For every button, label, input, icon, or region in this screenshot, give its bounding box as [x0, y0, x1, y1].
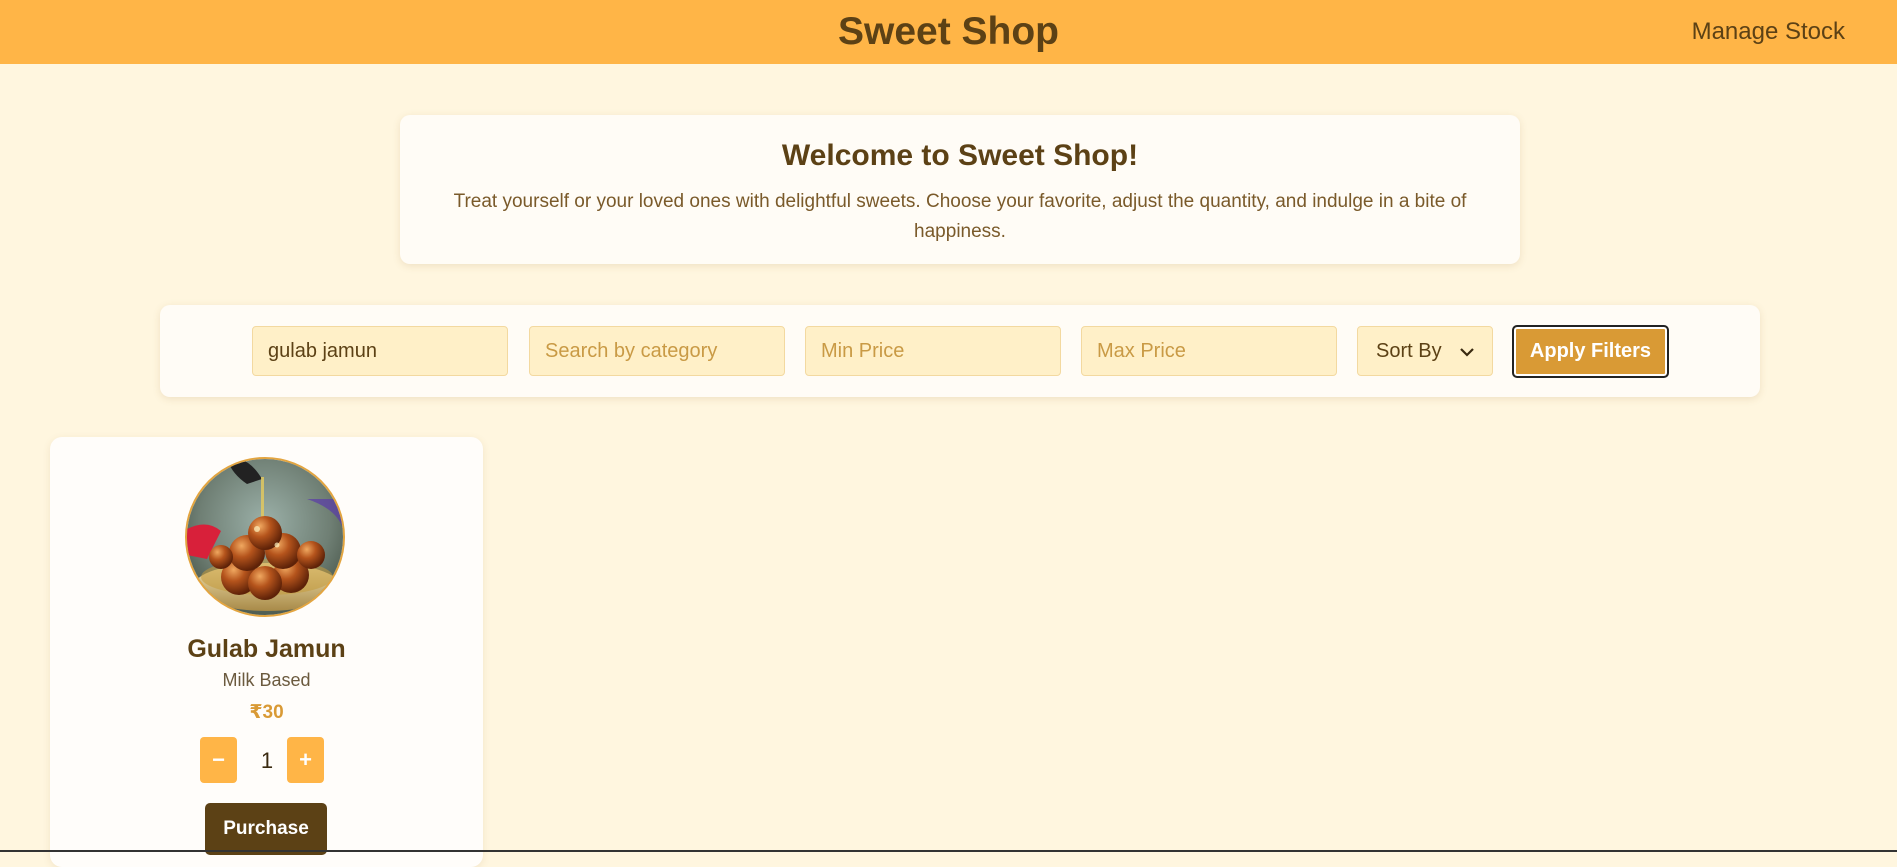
max-price-input[interactable] — [1081, 326, 1337, 376]
product-card: Gulab Jamun Milk Based ₹30 − 1 + Purchas… — [50, 437, 483, 867]
header-bar: Sweet Shop Manage Stock — [0, 0, 1897, 64]
chevron-down-icon — [1460, 340, 1474, 363]
product-name: Gulab Jamun — [187, 635, 346, 663]
gulab-jamun-photo — [185, 457, 345, 617]
app-title: Sweet Shop — [837, 10, 1060, 53]
welcome-heading: Welcome to Sweet Shop! — [781, 139, 1139, 172]
product-price: ₹30 — [249, 702, 284, 723]
increase-quantity-button[interactable]: + — [287, 737, 324, 783]
category-search-input[interactable] — [529, 326, 785, 376]
sort-select-value: Sort By — [1376, 339, 1442, 362]
apply-filters-button[interactable]: Apply Filters — [1512, 325, 1669, 378]
decrease-quantity-button[interactable]: − — [200, 737, 237, 783]
filter-bar: Sort By Apply Filters — [160, 305, 1760, 397]
quantity-value: 1 — [260, 748, 274, 773]
product-category: Milk Based — [222, 670, 311, 690]
welcome-panel: Welcome to Sweet Shop! Treat yourself or… — [400, 115, 1520, 264]
name-search-input[interactable] — [252, 326, 508, 376]
sort-select[interactable]: Sort By — [1357, 326, 1493, 376]
min-price-input[interactable] — [805, 326, 1061, 376]
purchase-button[interactable]: Purchase — [205, 803, 327, 855]
manage-stock-link[interactable]: Manage Stock — [1692, 18, 1845, 46]
welcome-text: Treat yourself or your loved ones with d… — [453, 191, 1467, 242]
